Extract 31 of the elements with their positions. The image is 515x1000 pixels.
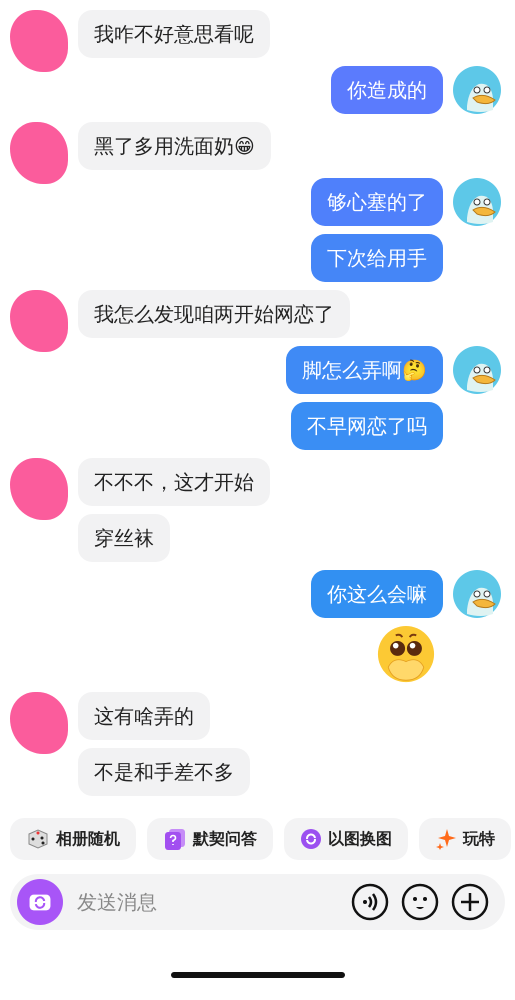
quick-action-chip[interactable]: 默契问答: [147, 818, 273, 860]
message-bubble: 我怎么发现咱两开始网恋了: [78, 290, 350, 338]
camera-icon[interactable]: [17, 879, 63, 925]
quick-action-chip[interactable]: 相册随机: [10, 818, 136, 860]
voice-icon[interactable]: [351, 883, 389, 921]
message-bubble: 你造成的: [331, 66, 443, 114]
message-bubble: 穿丝袜: [78, 514, 170, 562]
question-card-icon: [163, 827, 187, 851]
duck-avatar-icon: [453, 570, 501, 618]
quick-action-chip[interactable]: 玩特: [419, 818, 511, 860]
duck-avatar-icon: [453, 178, 501, 226]
message-bubble: 黑了多用洗面奶😁: [78, 122, 271, 170]
duck-avatar-icon: [453, 346, 501, 394]
message-bubble: 不不不，这才开始: [78, 458, 270, 506]
message-bubble: 够心塞的了: [311, 178, 443, 226]
message-bubble: 不是和手差不多: [78, 748, 250, 796]
refresh-icon: [300, 828, 322, 850]
dice-icon: [26, 827, 50, 851]
message-input[interactable]: 发送消息: [75, 889, 339, 915]
message-bubble: 我咋不好意思看呢: [78, 10, 270, 58]
message-bubble: 脚怎么弄啊🤔: [286, 346, 443, 394]
emoji-icon[interactable]: [401, 883, 439, 921]
message-bubble: 不早网恋了吗: [291, 402, 443, 450]
crying-emoji-sticker-icon: [375, 626, 437, 684]
message-bubble: 下次给用手: [311, 234, 443, 282]
message-bubble: 你这么会嘛: [311, 570, 443, 618]
sparkle-icon: [435, 828, 457, 850]
plus-icon[interactable]: [451, 883, 489, 921]
quick-action-chip[interactable]: 以图换图: [284, 818, 408, 860]
message-bubble: 这有啥弄的: [78, 692, 210, 740]
duck-avatar-icon: [453, 66, 501, 114]
